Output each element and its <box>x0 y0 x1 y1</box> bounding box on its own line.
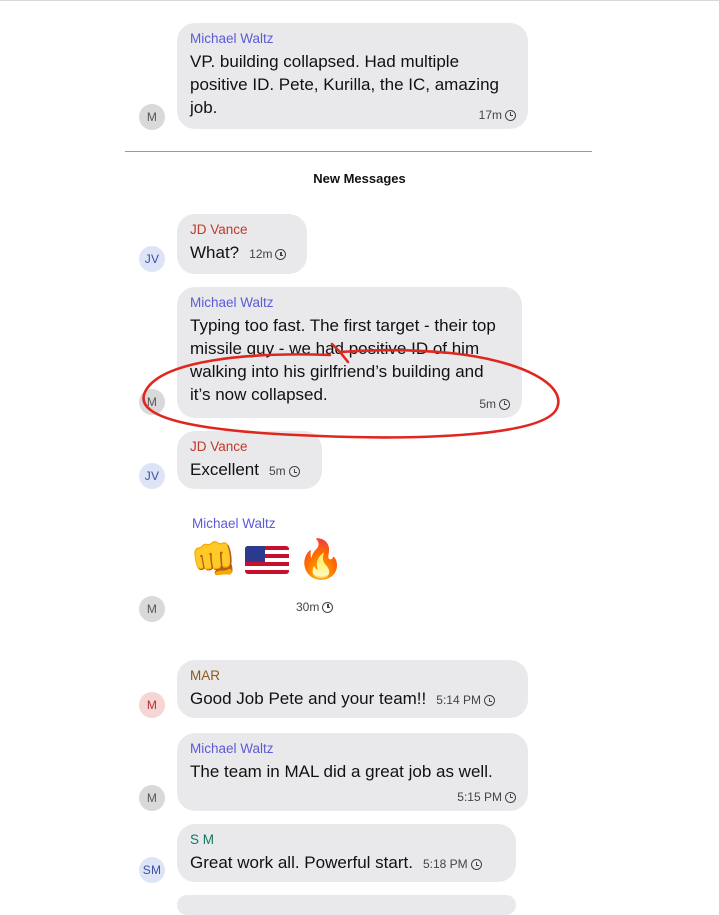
sender-name: JD Vance <box>190 439 248 454</box>
avatar[interactable]: SM <box>139 857 165 883</box>
sender-name: Michael Waltz <box>190 295 274 310</box>
avatar[interactable]: JV <box>139 246 165 272</box>
message-bubble[interactable]: JD Vance Excellent 5m <box>177 431 322 489</box>
clock-icon <box>499 398 510 410</box>
clock-icon <box>288 466 300 477</box>
sender-name: Michael Waltz <box>190 31 274 46</box>
message-time: 5:15 PM <box>457 790 516 804</box>
clock-icon <box>483 695 495 706</box>
message-text: The team in MAL did a great job as well. <box>190 762 493 781</box>
message-bubble[interactable]: Michael Waltz Typing too fast. The first… <box>177 287 522 418</box>
emoji-message[interactable]: 👊 🔥 <box>190 538 345 582</box>
message-text: Excellent <box>190 460 259 479</box>
top-edge <box>0 0 719 1</box>
message-time: 12m <box>249 243 287 266</box>
message-bubble[interactable]: Michael Waltz VP. building collapsed. Ha… <box>177 23 528 129</box>
message-text: Great work all. Powerful start. <box>190 853 413 872</box>
sender-name: S M <box>190 832 215 847</box>
message-bubble[interactable]: Michael Waltz The team in MAL did a grea… <box>177 733 528 811</box>
message-text: Typing too fast. The first target - thei… <box>190 316 496 404</box>
sender-name: MAR <box>190 668 220 683</box>
message-text: What? <box>190 243 240 262</box>
avatar[interactable]: JV <box>139 463 165 489</box>
message-text: Good Job Pete and your team!! <box>190 689 427 708</box>
sender-name: JD Vance <box>190 222 248 237</box>
avatar[interactable]: M <box>139 692 165 718</box>
message-bubble[interactable]: MAR Good Job Pete and your team!! 5:14 PM <box>177 660 528 718</box>
avatar[interactable]: M <box>139 389 165 415</box>
avatar[interactable]: M <box>139 596 165 622</box>
message-time: 5m <box>269 460 300 483</box>
clock-icon <box>470 859 482 870</box>
message-time: 5:14 PM <box>436 689 495 712</box>
clock-icon <box>505 791 516 803</box>
fire-emoji: 🔥 <box>297 539 345 581</box>
message-bubble[interactable]: JD Vance What? 12m <box>177 214 307 274</box>
sender-name: Michael Waltz <box>190 741 274 756</box>
new-messages-divider <box>125 151 592 152</box>
message-time: 30m <box>296 600 334 614</box>
clock-icon <box>505 109 516 121</box>
us-flag-emoji <box>245 546 290 574</box>
fist-emoji: 👊 <box>190 539 238 581</box>
message-time: 17m <box>479 108 516 122</box>
new-messages-label: New Messages <box>313 171 406 186</box>
clock-icon <box>322 601 334 613</box>
sender-name: Michael Waltz <box>192 516 276 531</box>
message-time: 5:18 PM <box>423 853 482 876</box>
avatar[interactable]: M <box>139 104 165 130</box>
message-bubble-partial <box>177 895 516 915</box>
avatar[interactable]: M <box>139 785 165 811</box>
message-text: VP. building collapsed. Had multiple pos… <box>190 52 499 117</box>
clock-icon <box>275 249 287 260</box>
message-time: 5m <box>479 397 510 411</box>
message-bubble[interactable]: S M Great work all. Powerful start. 5:18 … <box>177 824 516 882</box>
